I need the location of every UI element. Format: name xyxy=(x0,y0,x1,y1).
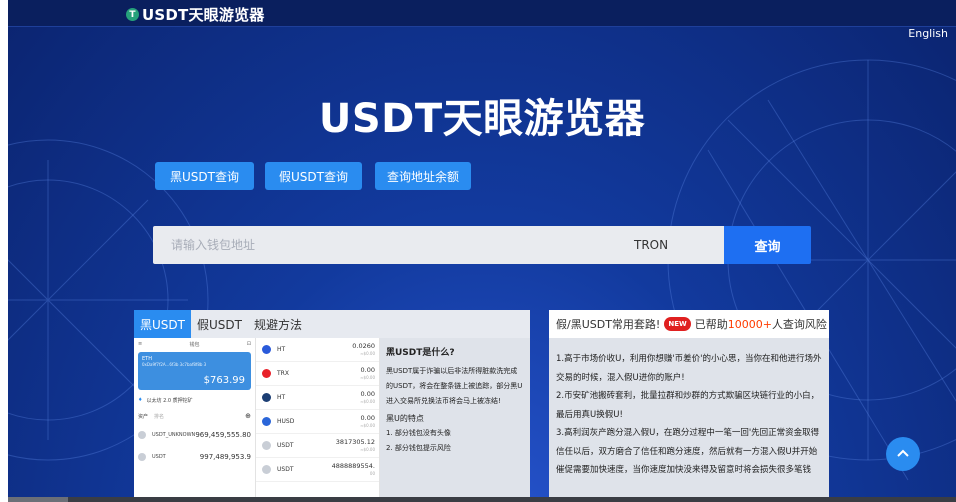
info-panel-right: 假/黑USDT常用套路! NEW 已帮助 10000+ 人查询风险 1.高于市场… xyxy=(549,310,829,502)
list-item: HT 0.0260 ≈$0.00 xyxy=(256,338,379,362)
logo-text: USDT天眼游览器 xyxy=(142,6,265,24)
coin-symbol: HT xyxy=(277,346,286,353)
assets-label: 资产 xyxy=(138,413,149,420)
list-item: TRX 0.00 ≈$0.00 xyxy=(256,362,379,386)
coin-sub: ≈$0.00 xyxy=(360,446,375,452)
explanation-text: 黑USDT是什么? 黑USDT属于诈骗以后非法所得脏款洗完成的USDT，将会在整… xyxy=(380,338,530,502)
usdt-icon xyxy=(138,431,146,439)
coin-symbol: USDT xyxy=(277,442,294,449)
staking-row: ♦ 以太坊 2.0 质押挖矿 xyxy=(134,392,255,408)
trx-coin-icon xyxy=(262,369,271,378)
coin-list-screenshot: HT 0.0260 ≈$0.00 TRX 0.00 ≈$0.00 HT 0.00 ≈$… xyxy=(256,338,380,502)
window-scrollbar[interactable] xyxy=(8,497,956,502)
tether-icon: T xyxy=(126,8,139,21)
token-name: USDT xyxy=(152,454,166,460)
tricks-body: 1.高于市场价收U，利用你想赚'币差价'的小心思，当你在和他进行场外交易的时候，… xyxy=(549,338,829,492)
eth-diamond-icon: ♦ xyxy=(138,397,143,403)
feature-point: 1. 部分钱包没有头像 xyxy=(386,429,451,437)
wallet-address-input[interactable] xyxy=(153,226,634,264)
explanation-body: 黑USDT属于诈骗以后非法所得脏款洗完成的USDT，将会在整条链上被追踪，部分黑… xyxy=(386,367,523,405)
list-item: USDT 4888889554. 00 xyxy=(256,458,379,482)
scrollbar-thumb[interactable] xyxy=(8,497,68,502)
coin-symbol: HUSD xyxy=(277,418,295,425)
search-bar: TRON xyxy=(153,226,724,264)
tab-fake-usdt[interactable]: 假USDT xyxy=(191,310,248,338)
site-logo[interactable]: T USDT天眼游览器 xyxy=(126,4,264,25)
tab-black-usdt[interactable]: 黑USDT xyxy=(134,310,191,338)
menu-icon: ≡ xyxy=(138,341,143,347)
chevron-up-icon xyxy=(897,449,909,457)
wallet-header: ≡ 钱包 ⊡ xyxy=(134,338,255,350)
assets-sub: 排名 xyxy=(154,413,165,420)
coin-sub: ≈$0.00 xyxy=(360,422,375,428)
helped-suffix: 人查询风险 xyxy=(771,318,827,331)
back-to-top-button[interactable] xyxy=(886,437,920,471)
ht-coin-icon xyxy=(262,393,271,402)
eth-balance: $763.99 xyxy=(203,375,245,386)
eth-card: ETH 0xDa9f7f2A...6f3b 3c7baf8f8b 3 $763.… xyxy=(138,352,251,390)
wallet-screenshot: ≡ 钱包 ⊡ ETH 0xDa9f7f2A...6f3b 3c7baf8f8b … xyxy=(134,338,256,502)
feature-point: 2. 部分钱包提示风险 xyxy=(386,444,451,452)
coin-sub: ≈$0.00 xyxy=(360,374,375,380)
network-label: TRON xyxy=(634,238,669,252)
staking-text: 以太坊 2.0 质押挖矿 xyxy=(146,397,193,404)
coin-amount: 0.0260 xyxy=(352,341,375,350)
coin-symbol: TRX xyxy=(277,370,289,377)
list-item: USDT 997,489,953.9 xyxy=(134,446,255,468)
helped-prefix: 已帮助 xyxy=(694,318,728,331)
coin-sub: ≈$0.00 xyxy=(360,350,375,356)
add-icon: ⊕ xyxy=(245,412,251,420)
trick-paragraph: 1.高于市场价收U，利用你想赚'币差价'的小心思，当你在和他进行场外交易的时候，… xyxy=(556,354,822,383)
list-item: HT 0.00 ≈$0.00 xyxy=(256,386,379,410)
scan-icon: ⊡ xyxy=(246,341,251,347)
list-item: HUSD 0.00 ≈$0.00 xyxy=(256,410,379,434)
trick-paragraph: 2.币安矿池搬砖套利，批量拉群和炒群的方式欺骗区块链行业的小白，最后用真U换假U… xyxy=(556,391,820,420)
search-button[interactable]: 查询 xyxy=(724,226,811,264)
eth-address: 0xDa9f7f2A...6f3b 3c7baf8f8b 3 xyxy=(142,362,207,367)
tab-avoid-methods[interactable]: 规避方法 xyxy=(248,310,308,338)
tab-content: ≡ 钱包 ⊡ ETH 0xDa9f7f2A...6f3b 3c7baf8f8b … xyxy=(134,338,530,502)
language-link[interactable]: English xyxy=(908,27,948,40)
coin-sub: 00 xyxy=(369,470,375,476)
balance-query-button[interactable]: 查询地址余额 xyxy=(375,162,471,190)
tricks-title: 假/黑USDT常用套路! xyxy=(556,318,661,331)
coin-amount: 0.00 xyxy=(360,365,375,374)
coin-amount: 0.00 xyxy=(360,389,375,398)
usdt-coin-icon xyxy=(262,465,271,474)
hero-background: T USDT天眼游览器 English USDT天眼游览器 黑USDT查询 假U… xyxy=(8,0,956,502)
trick-paragraph: 3.高利润灰产跑分混入假U，在跑分过程中一笔一回'先回正常资金取得信任以后，双方… xyxy=(556,428,820,475)
features-heading: 黑U的特点 xyxy=(386,414,424,423)
list-item: USDT 3817305.12 ≈$0.00 xyxy=(256,434,379,458)
list-item: USDT_UNKNOWN 969,459,555.80 xyxy=(134,424,255,446)
helped-count: 10000+ xyxy=(727,317,772,331)
usdt-icon xyxy=(138,453,146,461)
new-badge: NEW xyxy=(664,317,691,331)
coin-amount: 4888889554. xyxy=(331,461,375,470)
wallet-title: 钱包 xyxy=(189,341,200,348)
coin-symbol: HT xyxy=(277,394,286,401)
coin-symbol: USDT xyxy=(277,466,294,473)
tricks-header: 假/黑USDT常用套路! NEW 已帮助 10000+ 人查询风险 xyxy=(549,310,829,338)
husd-coin-icon xyxy=(262,417,271,426)
usdt-coin-icon xyxy=(262,441,271,450)
coin-amount: 3817305.12 xyxy=(335,437,375,446)
token-value: 997,489,953.9 xyxy=(199,453,251,461)
assets-row: 资产 排名 ⊕ xyxy=(134,408,255,424)
token-name: USDT_UNKNOWN xyxy=(152,432,196,438)
token-value: 969,459,555.80 xyxy=(195,431,251,439)
coin-amount: 0.00 xyxy=(360,413,375,422)
black-usdt-query-button[interactable]: 黑USDT查询 xyxy=(155,162,254,190)
info-panel-left: 黑USDT 假USDT 规避方法 ≡ 钱包 ⊡ ETH 0xDa9f7f2A..… xyxy=(134,310,530,502)
explanation-heading: 黑USDT是什么? xyxy=(386,348,455,358)
hero-title: USDT天眼游览器 xyxy=(318,96,646,142)
ht-coin-icon xyxy=(262,345,271,354)
tab-bar: 黑USDT 假USDT 规避方法 xyxy=(134,310,530,338)
fake-usdt-query-button[interactable]: 假USDT查询 xyxy=(265,162,362,190)
coin-sub: ≈$0.00 xyxy=(360,398,375,404)
